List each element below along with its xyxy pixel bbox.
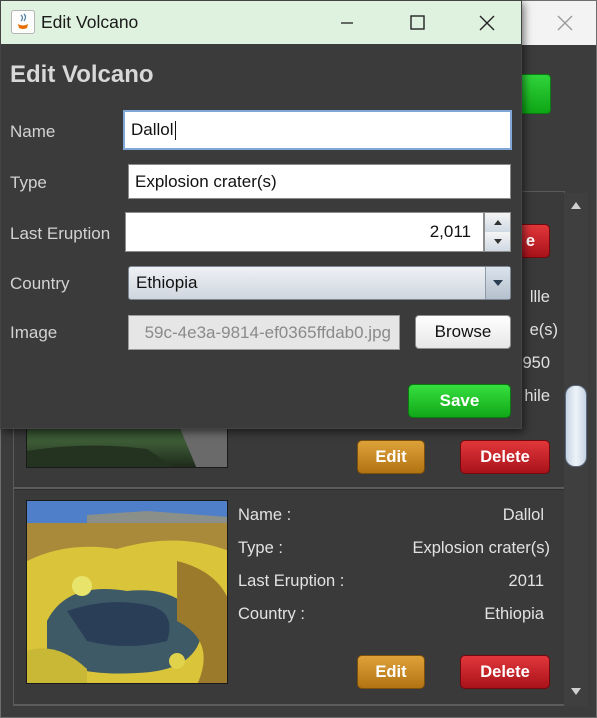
country-row: Country : Ethiopia — [238, 605, 550, 629]
name-row: Name : Dallol — [238, 506, 550, 530]
browse-button[interactable]: Browse — [415, 315, 511, 349]
country-value: Ethiopia — [484, 605, 544, 623]
minimize-icon — [341, 21, 353, 24]
type-row: Type : Explosion crater(s) — [238, 539, 550, 563]
type-label: Type : — [238, 539, 283, 557]
scroll-up-button[interactable] — [566, 196, 586, 214]
maximize-button[interactable] — [393, 1, 441, 44]
edit-button[interactable]: Edit — [357, 440, 425, 474]
volcano-image — [26, 500, 228, 684]
vertical-scrollbar[interactable] — [564, 193, 588, 706]
delete-label: Delete — [480, 447, 530, 466]
spinner-down-icon — [493, 239, 502, 244]
close-button[interactable] — [463, 1, 511, 44]
type-label: Type — [10, 173, 47, 192]
last-eruption-label: Last Eruption : — [238, 572, 345, 590]
image-label: Image — [10, 323, 58, 342]
delete-label: Delete — [480, 662, 530, 681]
delete-label-fragment: e — [525, 231, 535, 250]
type-value-fragment: e(s) — [529, 321, 558, 339]
last-eruption-row: Last Eruption : 2011 — [238, 572, 550, 596]
name-value-fragment: llle — [529, 288, 550, 306]
name-label: Name — [10, 122, 56, 141]
country-value-fragment: hile — [524, 387, 550, 405]
spinner-down-button[interactable] — [485, 232, 510, 251]
scroll-down-icon — [571, 688, 581, 695]
last-eruption-spinner — [484, 212, 511, 252]
dropdown-arrow-button[interactable] — [485, 267, 510, 299]
last-eruption-value: 2,011 — [429, 222, 471, 241]
minimize-button[interactable] — [323, 1, 371, 44]
close-icon — [479, 15, 495, 30]
java-icon — [11, 10, 35, 34]
save-button[interactable]: Save — [408, 384, 511, 418]
image-path-value: 59c-4e3a-9814-ef0365ffdab0.jpg — [144, 322, 391, 342]
spinner-up-button[interactable] — [485, 213, 510, 232]
last-eruption-value: 2011 — [508, 572, 544, 590]
type-input[interactable]: Explosion crater(s) — [128, 164, 511, 199]
scrollbar-thumb[interactable] — [565, 385, 587, 467]
maximize-icon — [409, 15, 425, 30]
name-label: Name : — [238, 506, 292, 524]
country-selected-value: Ethiopia — [136, 273, 198, 292]
chevron-down-icon — [493, 280, 503, 286]
last-eruption-spinner-input[interactable]: 2,011 — [125, 212, 484, 252]
main-close-button[interactable] — [541, 1, 589, 45]
edit-volcano-dialog: Edit Volcano Edit Volcano Name Dallol Ty… — [0, 0, 522, 429]
country-select[interactable]: Ethiopia — [128, 266, 511, 300]
type-input-value: Explosion crater(s) — [135, 171, 277, 191]
dialog-heading: Edit Volcano — [10, 61, 154, 88]
save-label: Save — [439, 391, 480, 410]
image-path-field: 59c-4e3a-9814-ef0365ffdab0.jpg — [128, 315, 400, 350]
volcano-card: Name : Dallol Type : Explosion crater(s)… — [14, 490, 564, 705]
close-icon — [557, 15, 573, 31]
edit-label: Edit — [375, 662, 407, 681]
edit-label: Edit — [375, 447, 407, 466]
text-cursor — [174, 120, 176, 140]
name-input-value: Dallol — [131, 120, 174, 139]
spinner-up-icon — [493, 220, 502, 225]
name-value: Dallol — [502, 506, 544, 524]
edit-button[interactable]: Edit — [357, 655, 425, 689]
delete-button[interactable]: Delete — [460, 655, 550, 689]
eruption-value-fragment: 950 — [522, 354, 550, 372]
last-eruption-label: Last Eruption — [10, 224, 111, 243]
dialog-titlebar: Edit Volcano — [1, 1, 521, 44]
name-input[interactable]: Dallol — [123, 110, 512, 150]
delete-button[interactable]: Delete — [460, 440, 550, 474]
country-label: Country : — [238, 605, 305, 623]
scroll-up-icon — [571, 202, 581, 209]
dialog-window-title: Edit Volcano — [41, 12, 139, 32]
type-value: Explosion crater(s) — [412, 539, 550, 557]
browse-label: Browse — [434, 322, 492, 341]
scroll-down-button[interactable] — [566, 683, 586, 701]
country-label: Country — [10, 274, 70, 293]
